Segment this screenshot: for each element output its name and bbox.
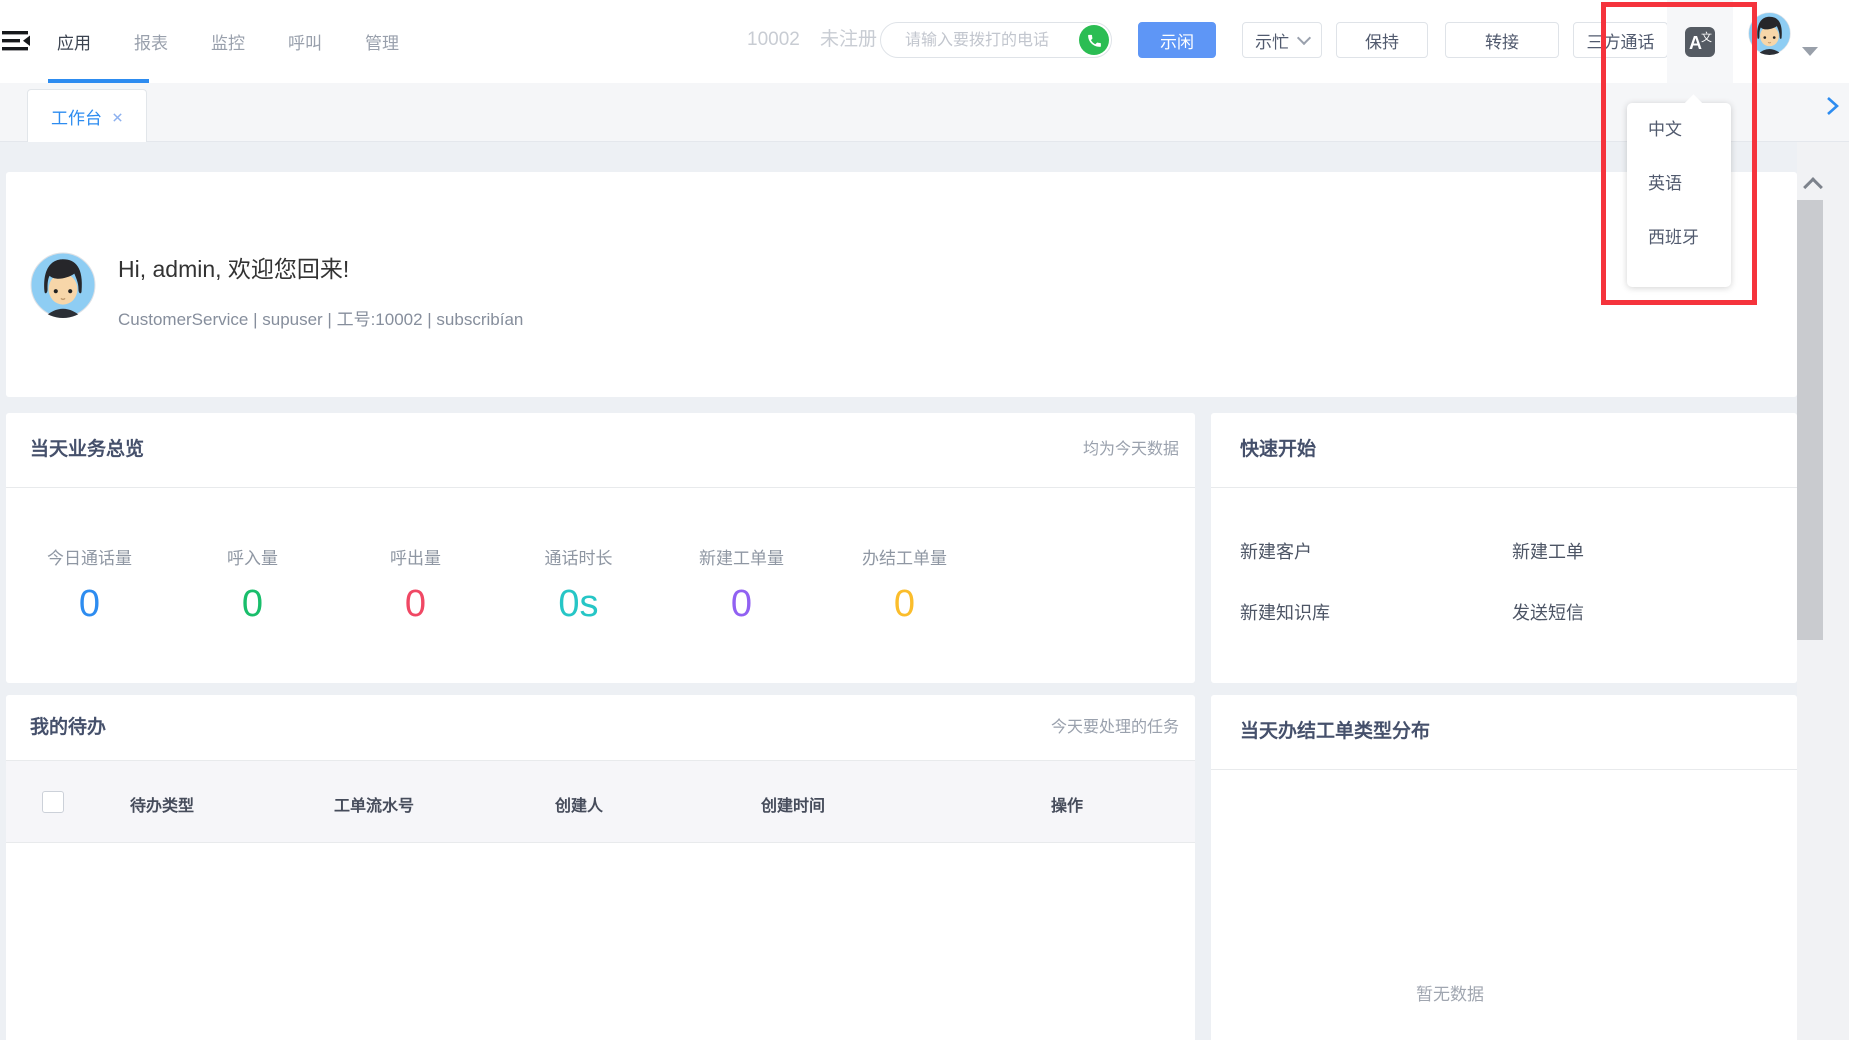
dial-number-input[interactable] — [903, 27, 1067, 55]
dial-number-field — [880, 22, 1112, 58]
todo-header: 我的待办 今天要处理的任务 — [6, 695, 1195, 761]
my-todo-card: 我的待办 今天要处理的任务 待办类型 工单流水号 创建人 创建时间 操作 — [6, 695, 1195, 1040]
distribution-title: 当天办结工单类型分布 — [1240, 695, 1430, 769]
language-option-chinese[interactable]: 中文 — [1627, 103, 1731, 157]
hold-button[interactable]: 保持 — [1336, 22, 1428, 58]
quick-start-card: 快速开始 新建客户 新建工单 新建知识库 发送短信 — [1211, 413, 1797, 683]
agent-register-status: 未注册 — [820, 0, 877, 83]
phone-icon — [1086, 32, 1103, 49]
todo-note: 今天要处理的任务 — [1051, 695, 1179, 760]
stat-label: 通话时长 — [497, 544, 660, 569]
agent-id: 10002 — [747, 0, 800, 83]
set-idle-button[interactable]: 示闲 — [1138, 22, 1216, 58]
dial-call-button[interactable] — [1079, 25, 1109, 55]
workbench-page: 应用 报表 监控 呼叫 管理 10002 未注册 示闲 示忙 保持 转接 三方通… — [0, 0, 1849, 1040]
tab-workbench[interactable]: 工作台 — [27, 89, 147, 142]
link-new-ticket[interactable]: 新建工单 — [1512, 538, 1584, 564]
chevron-down-icon — [1297, 30, 1311, 44]
overview-header: 当天业务总览 均为今天数据 — [6, 413, 1195, 488]
link-send-sms[interactable]: 发送短信 — [1512, 599, 1584, 625]
stat-label: 新建工单量 — [660, 544, 823, 569]
stat-new-tickets: 新建工单量 0 — [660, 488, 823, 626]
language-dropdown-menu: 中文 英语 西班牙 — [1627, 103, 1731, 287]
avatar-cartoon — [30, 252, 96, 318]
overview-stats: 今日通话量 0 呼入量 0 呼出量 0 通话时长 0s 新建工单量 0 — [6, 488, 1195, 626]
overview-title: 当天业务总览 — [30, 413, 144, 487]
open-tabs-bar: 工作台 — [0, 83, 1849, 142]
tab-workbench-label: 工作台 — [51, 104, 102, 129]
stat-value: 0 — [660, 583, 823, 626]
stat-label: 呼入量 — [171, 544, 334, 569]
quick-start-header: 快速开始 — [1211, 413, 1797, 488]
todo-title: 我的待办 — [30, 695, 106, 760]
scroll-up-icon[interactable] — [1800, 172, 1822, 196]
stat-call-duration: 通话时长 0s — [497, 488, 660, 626]
main-content: Hi, admin, 欢迎您回来! CustomerService | supu… — [0, 142, 1849, 1040]
vertical-scrollbar — [1797, 142, 1849, 1040]
scrollbar-thumb[interactable] — [1797, 200, 1823, 640]
stat-value: 0 — [8, 583, 171, 626]
stat-label: 今日通话量 — [8, 544, 171, 569]
distribution-header: 当天办结工单类型分布 — [1211, 695, 1797, 770]
ticket-type-distribution-card: 当天办结工单类型分布 暂无数据 — [1211, 695, 1797, 1040]
stat-label: 呼出量 — [334, 544, 497, 569]
nav-item-reports[interactable]: 报表 — [134, 29, 168, 54]
col-create-time: 创建时间 — [761, 792, 825, 816]
transfer-button[interactable]: 转接 — [1445, 22, 1559, 58]
language-option-english[interactable]: 英语 — [1627, 157, 1731, 211]
stat-value: 0s — [497, 583, 660, 626]
stat-value: 0 — [334, 583, 497, 626]
top-header: 应用 报表 监控 呼叫 管理 10002 未注册 示闲 示忙 保持 转接 三方通… — [0, 0, 1849, 83]
set-busy-dropdown-button[interactable]: 示忙 — [1242, 22, 1322, 58]
three-way-call-button[interactable]: 三方通话 — [1573, 22, 1668, 58]
nav-item-management[interactable]: 管理 — [365, 29, 399, 54]
greeting-meta: CustomerService | supuser | 工号:10002 | s… — [118, 305, 523, 330]
menu-fold-icon[interactable] — [2, 26, 32, 56]
quick-start-title: 快速开始 — [1240, 413, 1316, 487]
nav-item-applications[interactable]: 应用 — [57, 29, 91, 54]
stat-today-calls: 今日通话量 0 — [8, 488, 171, 626]
stat-outbound: 呼出量 0 — [334, 488, 497, 626]
main-nav: 应用 报表 监控 呼叫 管理 — [57, 0, 399, 83]
col-ticket-number: 工单流水号 — [334, 792, 414, 816]
greeting-avatar — [30, 252, 96, 318]
set-busy-label: 示忙 — [1255, 28, 1289, 53]
chevron-right-icon[interactable] — [1826, 96, 1839, 121]
today-overview-card: 当天业务总览 均为今天数据 今日通话量 0 呼入量 0 呼出量 0 通话时长 — [6, 413, 1195, 683]
stat-inbound: 呼入量 0 — [171, 488, 334, 626]
nav-item-call[interactable]: 呼叫 — [288, 29, 322, 54]
stat-label: 办结工单量 — [823, 544, 986, 569]
greeting-card: Hi, admin, 欢迎您回来! CustomerService | supu… — [6, 172, 1797, 397]
select-all-checkbox[interactable] — [42, 791, 64, 813]
stat-value: 0 — [171, 583, 334, 626]
empty-data-text: 暂无数据 — [1416, 980, 1484, 1005]
overview-note: 均为今天数据 — [1083, 413, 1179, 487]
language-option-spanish[interactable]: 西班牙 — [1627, 211, 1731, 265]
todo-table-header: 待办类型 工单流水号 创建人 创建时间 操作 — [6, 761, 1195, 843]
translate-icon-cjk: 文 — [1701, 29, 1712, 45]
col-actions: 操作 — [1051, 792, 1083, 816]
menu-fold-glyph — [2, 26, 32, 56]
col-todo-type: 待办类型 — [130, 792, 194, 816]
stat-closed-tickets: 办结工单量 0 — [823, 488, 986, 626]
user-menu-caret-icon[interactable] — [1802, 47, 1818, 56]
user-avatar[interactable] — [1748, 12, 1791, 55]
link-new-customer[interactable]: 新建客户 — [1240, 538, 1312, 564]
stat-value: 0 — [823, 583, 986, 626]
nav-item-monitoring[interactable]: 监控 — [211, 29, 245, 54]
language-switch-button[interactable]: A 文 — [1667, 0, 1733, 83]
close-icon[interactable] — [112, 112, 123, 123]
avatar-cartoon — [1748, 12, 1791, 55]
col-creator: 创建人 — [555, 792, 603, 816]
translate-icon: A 文 — [1685, 27, 1715, 57]
greeting-title: Hi, admin, 欢迎您回来! — [118, 250, 349, 284]
link-new-knowledge-base[interactable]: 新建知识库 — [1240, 599, 1330, 625]
active-nav-indicator — [48, 79, 149, 83]
